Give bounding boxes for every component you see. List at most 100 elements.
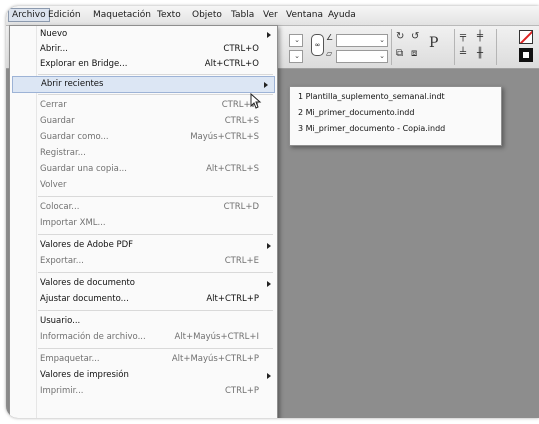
- menu-tabla[interactable]: Tabla: [231, 10, 254, 20]
- menu-edicion[interactable]: Edición: [48, 10, 81, 20]
- menu-item-label: Registrar...: [40, 148, 86, 158]
- rotation-angle-field[interactable]: ⌄: [336, 34, 388, 47]
- fill-swatch[interactable]: [519, 48, 533, 62]
- menu-separator: [38, 310, 273, 311]
- menu-item-label: Información de archivo...: [40, 332, 146, 342]
- menu-item-label: Valores de impresión: [40, 370, 129, 380]
- menu-item-abrir[interactable]: Abrir... CTRL+O: [10, 42, 277, 57]
- menu-separator: [38, 94, 273, 95]
- menu-separator: [38, 348, 273, 349]
- menu-item-guardar-como[interactable]: Guardar como... Mayús+CTRL+S: [10, 130, 277, 145]
- menu-item-imprimir[interactable]: Imprimir... CTRL+P: [10, 384, 277, 399]
- menu-objeto[interactable]: Objeto: [192, 10, 222, 20]
- menu-separator: [38, 272, 273, 273]
- menu-item-colocar[interactable]: Colocar... CTRL+D: [10, 200, 277, 215]
- shear-icon: ▱: [326, 49, 333, 58]
- menu-item-guardar[interactable]: Guardar CTRL+S: [10, 114, 277, 129]
- dropdown-field-2[interactable]: ⌄: [289, 50, 303, 63]
- menu-item-shortcut: Mayús+CTRL+S: [190, 132, 259, 142]
- menu-item-label: Cerrar: [40, 100, 67, 110]
- constrain-proportions-icon[interactable]: ∞: [311, 34, 324, 56]
- menu-item-label: Empaquetar...: [40, 354, 100, 364]
- menu-item-label: Abrir...: [40, 44, 68, 54]
- flip-horizontal-icon[interactable]: ⧉: [396, 48, 403, 60]
- menu-item-cerrar[interactable]: Cerrar CTRL+W: [10, 98, 277, 113]
- menu-ver[interactable]: Ver: [263, 10, 278, 20]
- menu-item-shortcut: CTRL+D: [223, 202, 259, 212]
- recent-file-item[interactable]: 1 Plantilla_suplemento_semanal.indt: [298, 90, 445, 104]
- menu-separator: [38, 196, 273, 197]
- archivo-menu: Nuevo Abrir... CTRL+O Explorar en Bridge…: [9, 25, 278, 418]
- menu-item-registrar[interactable]: Registrar...: [10, 146, 277, 161]
- menu-item-shortcut: CTRL+O: [223, 44, 259, 54]
- menu-item-label: Importar XML...: [40, 218, 106, 228]
- menu-item-label: Nuevo: [40, 29, 68, 39]
- menu-separator: [38, 234, 273, 235]
- menu-item-ajustar-documento[interactable]: Ajustar documento... Alt+CTRL+P: [10, 292, 277, 307]
- menu-item-empaquetar[interactable]: Empaquetar... Alt+Mayús+CTRL+P: [10, 352, 277, 367]
- flip-vertical-icon[interactable]: ⧈: [411, 48, 417, 60]
- toolbar-divider: [391, 29, 392, 65]
- menu-item-nuevo[interactable]: Nuevo: [10, 27, 277, 42]
- menu-bar: Archivo Edición Maquetación Texto Objeto…: [6, 6, 539, 26]
- menu-item-label: Volver: [40, 180, 67, 190]
- submenu-arrow-icon: [267, 373, 271, 379]
- app-window: Archivo Edición Maquetación Texto Objeto…: [6, 6, 539, 418]
- submenu-arrow-icon: [264, 82, 268, 88]
- menu-item-shortcut: Alt+Mayús+CTRL+P: [171, 354, 259, 364]
- rotate-cw-icon[interactable]: ↻: [396, 31, 404, 43]
- menu-texto[interactable]: Texto: [157, 10, 181, 20]
- menu-item-label: Valores de Adobe PDF: [40, 240, 134, 250]
- menu-item-valores-pdf[interactable]: Valores de Adobe PDF: [10, 238, 277, 253]
- reference-point-icon[interactable]: P: [429, 36, 438, 50]
- menu-item-shortcut: Alt+Mayús+CTRL+I: [174, 332, 259, 342]
- align-top-icon[interactable]: ╤: [460, 31, 466, 43]
- menu-item-shortcut: CTRL+S: [224, 116, 259, 126]
- align-bottom-icon[interactable]: ╧: [460, 48, 466, 60]
- mouse-pointer-icon: [250, 93, 262, 109]
- recent-file-item[interactable]: 2 Mi_primer_documento.indd: [298, 106, 414, 120]
- menu-item-valores-impresion[interactable]: Valores de impresión: [10, 368, 277, 383]
- menu-item-label: Guardar una copia...: [40, 164, 127, 174]
- distribute-icon[interactable]: ╫: [477, 48, 483, 60]
- menu-item-shortcut: CTRL+P: [224, 386, 259, 396]
- menu-item-usuario[interactable]: Usuario...: [10, 314, 277, 329]
- menu-item-label: Explorar en Bridge...: [40, 59, 128, 69]
- menu-item-explorar-bridge[interactable]: Explorar en Bridge... Alt+CTRL+O: [10, 57, 277, 72]
- submenu-arrow-icon: [267, 243, 271, 249]
- menu-item-label: Ajustar documento...: [40, 294, 129, 304]
- recent-files-submenu: 1 Plantilla_suplemento_semanal.indt 2 Mi…: [289, 86, 502, 146]
- menu-separator: [38, 74, 273, 75]
- align-middle-icon[interactable]: ╪: [477, 31, 483, 43]
- menu-item-label: Colocar...: [40, 202, 80, 212]
- toolbar-divider: [454, 29, 455, 65]
- dropdown-field-1[interactable]: ⌄: [289, 34, 303, 47]
- menu-item-label: Guardar como...: [40, 132, 109, 142]
- menu-archivo[interactable]: Archivo: [8, 8, 50, 22]
- menu-item-label: Imprimir...: [40, 386, 84, 396]
- menu-item-importar-xml[interactable]: Importar XML...: [10, 216, 277, 231]
- menu-item-label: Valores de documento: [40, 278, 136, 288]
- menu-item-label: Usuario...: [40, 316, 81, 326]
- menu-item-volver[interactable]: Volver: [10, 178, 277, 193]
- recent-file-item[interactable]: 3 Mi_primer_documento - Copia.indd: [298, 122, 445, 136]
- menu-ayuda[interactable]: Ayuda: [328, 10, 356, 20]
- stroke-none-swatch[interactable]: [519, 30, 533, 44]
- menu-item-abrir-recientes[interactable]: Abrir recientes: [12, 76, 275, 93]
- menu-item-shortcut: Alt+CTRL+P: [206, 294, 259, 304]
- menu-maquetacion[interactable]: Maquetación: [93, 10, 151, 20]
- menu-item-label: Exportar...: [40, 256, 84, 266]
- menu-item-guardar-copia[interactable]: Guardar una copia... Alt+CTRL+S: [10, 162, 277, 177]
- menu-item-valores-documento[interactable]: Valores de documento: [10, 276, 277, 291]
- rotate-ccw-icon[interactable]: ↺: [411, 31, 419, 43]
- toolbar-divider: [496, 29, 497, 65]
- menu-item-shortcut: Alt+CTRL+S: [206, 164, 259, 174]
- angle-icon: ∠: [326, 33, 334, 42]
- menu-item-informacion-archivo[interactable]: Información de archivo... Alt+Mayús+CTRL…: [10, 330, 277, 345]
- menu-item-shortcut: Alt+CTRL+O: [204, 59, 259, 69]
- menu-ventana[interactable]: Ventana: [286, 10, 323, 20]
- submenu-arrow-icon: [267, 32, 271, 38]
- menu-item-label: Abrir recientes: [41, 79, 104, 89]
- menu-item-exportar[interactable]: Exportar... CTRL+E: [10, 254, 277, 269]
- shear-angle-field[interactable]: ⌄: [336, 50, 388, 63]
